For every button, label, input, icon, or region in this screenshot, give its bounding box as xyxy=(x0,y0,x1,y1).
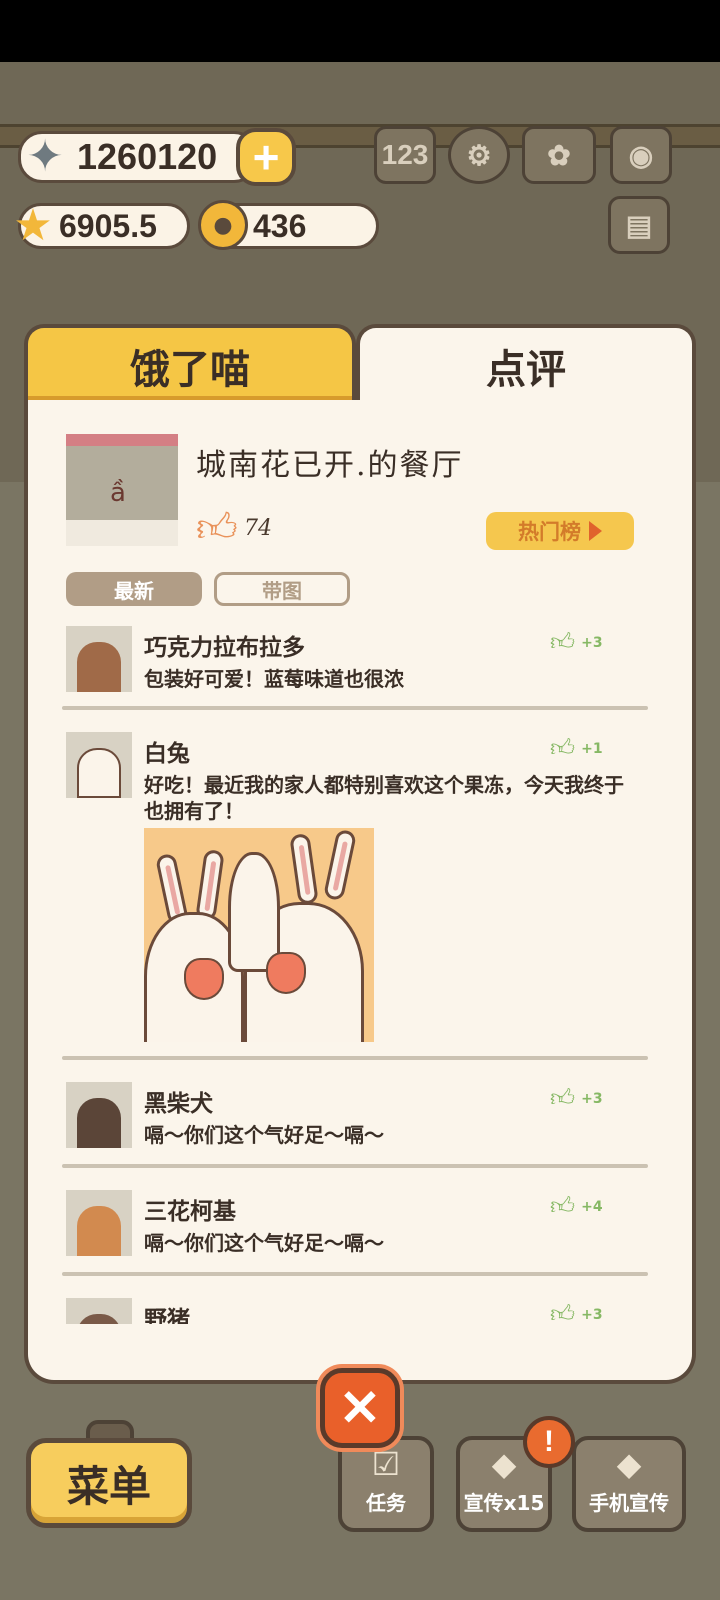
menu-button[interactable]: 菜单 xyxy=(26,1438,192,1528)
filter-with-pictures[interactable]: 带图 xyxy=(214,572,350,606)
avatar xyxy=(66,732,132,798)
phone-icon: ◆ xyxy=(616,1445,642,1483)
status-bar xyxy=(0,0,720,62)
newspaper-icon[interactable]: ▤ xyxy=(608,196,670,254)
thumbs-up-icon: 👍︎ xyxy=(550,734,576,762)
restaurant-thumbnail: ầ xyxy=(66,434,178,546)
tab-review[interactable]: 点评 xyxy=(356,324,696,404)
divider xyxy=(62,706,648,710)
review-like[interactable]: 👍︎ +3 xyxy=(550,1084,603,1113)
review-like-count: +3 xyxy=(581,1306,603,1323)
hot-list-label: 热门榜 xyxy=(518,520,581,544)
alert-icon: ! xyxy=(523,1416,575,1468)
review-text: 包装好可爱！蓝莓味道也很浓 xyxy=(144,667,404,691)
bell-icon: ● xyxy=(198,200,248,250)
divider xyxy=(62,1164,648,1168)
reviewer-name: 黑柴犬 xyxy=(144,1091,213,1117)
review-like-count: +3 xyxy=(581,634,603,651)
ranking-icon[interactable]: 123 xyxy=(374,126,436,184)
add-fish-button[interactable]: + xyxy=(236,128,296,186)
avatar xyxy=(66,626,132,692)
review-text: 好吃！最近我的家人都特别喜欢这个果冻，今天我终于也拥有了！ xyxy=(144,773,624,823)
camera-icon[interactable]: ◉ xyxy=(610,126,672,184)
star-amount: 6905.5 xyxy=(59,207,157,244)
review-like-count: +4 xyxy=(581,1198,603,1215)
reviewer-name: 白兔 xyxy=(144,741,190,767)
avatar xyxy=(66,1082,132,1148)
review-like-count: +3 xyxy=(581,1090,603,1107)
thumbs-up-icon: 👍︎ xyxy=(550,1300,576,1324)
avatar xyxy=(66,1298,132,1324)
avatar xyxy=(66,1190,132,1256)
reviewer-name: 三花柯基 xyxy=(144,1199,236,1225)
review-modal: 饿了喵 点评 ầ 城南花已开.的餐厅 👍︎ 74 热门榜 最新 带图 巧克力拉布… xyxy=(24,324,696,1384)
flyer-icon: ◆ xyxy=(491,1445,517,1483)
review-like[interactable]: 👍︎ +3 xyxy=(550,1300,603,1324)
reviewer-name: 巧克力拉布拉多 xyxy=(144,635,305,661)
list-item: 巧克力拉布拉多 包装好可爱！蓝莓味道也很浓 👍︎ +3 xyxy=(28,620,692,716)
review-like[interactable]: 👍︎ +1 xyxy=(550,734,603,763)
hot-list-button[interactable]: 热门榜 xyxy=(486,512,634,550)
divider xyxy=(62,1272,648,1276)
tab-hungry-meow[interactable]: 饿了喵 xyxy=(24,324,356,404)
review-list[interactable]: 巧克力拉布拉多 包装好可爱！蓝莓味道也很浓 👍︎ +3 白兔 好吃！最近我的家人… xyxy=(28,620,692,1324)
review-text: 嗝～你们这个气好足～嗝～ xyxy=(144,1123,384,1147)
reviewer-name: 野猪 xyxy=(144,1307,190,1324)
phone-promote-button[interactable]: ◆ 手机宣传 xyxy=(572,1436,686,1532)
tasks-button[interactable]: ☑ 任务 xyxy=(338,1436,434,1532)
bell-amount: 436 xyxy=(253,207,307,244)
close-button[interactable]: ✕ xyxy=(320,1368,400,1448)
checklist-icon: ☑ xyxy=(371,1445,401,1483)
review-text: 嗝～你们这个气好足～嗝～ xyxy=(144,1231,384,1255)
star-icon: ★ xyxy=(13,199,53,251)
review-like-count: +1 xyxy=(581,740,603,757)
review-panel: ầ 城南花已开.的餐厅 👍︎ 74 热门榜 最新 带图 巧克力拉布拉多 包装好可… xyxy=(24,400,696,1384)
restaurant-name: 城南花已开.的餐厅 xyxy=(196,448,464,483)
phone-promote-label: 手机宣传 xyxy=(589,1491,669,1515)
restaurant-like-count: 74 xyxy=(244,516,272,541)
review-photo[interactable] xyxy=(144,828,374,1042)
review-like[interactable]: 👍︎ +3 xyxy=(550,628,603,657)
filter-newest[interactable]: 最新 xyxy=(66,572,202,606)
fish-amount: 1260120 xyxy=(77,136,218,177)
list-item: 白兔 好吃！最近我的家人都特别喜欢这个果冻，今天我终于也拥有了！ 👍︎ +1 xyxy=(28,716,692,1066)
tasks-label: 任务 xyxy=(366,1491,406,1515)
divider xyxy=(62,1056,648,1060)
paw-book-icon[interactable]: ✿ xyxy=(522,126,596,184)
review-like[interactable]: 👍︎ +4 xyxy=(550,1192,603,1221)
thumbs-up-icon: 👍︎ xyxy=(550,1192,576,1220)
gear-icon[interactable]: ⚙ xyxy=(448,126,510,184)
list-item: 野猪 👍︎ +3 xyxy=(28,1282,692,1324)
list-item: 黑柴犬 嗝～你们这个气好足～嗝～ 👍︎ +3 xyxy=(28,1066,692,1174)
promote-label: 宣传x15 xyxy=(463,1491,545,1515)
thumbs-up-icon: 👍︎ xyxy=(550,1084,576,1112)
arrow-right-icon xyxy=(589,521,602,541)
thumbs-up-icon: 👍︎ xyxy=(550,628,576,656)
thumbs-up-icon: 👍︎ xyxy=(196,505,238,551)
list-item: 三花柯基 嗝～你们这个气好足～嗝～ 👍︎ +4 xyxy=(28,1174,692,1282)
fish-icon: ✦ xyxy=(26,130,64,182)
